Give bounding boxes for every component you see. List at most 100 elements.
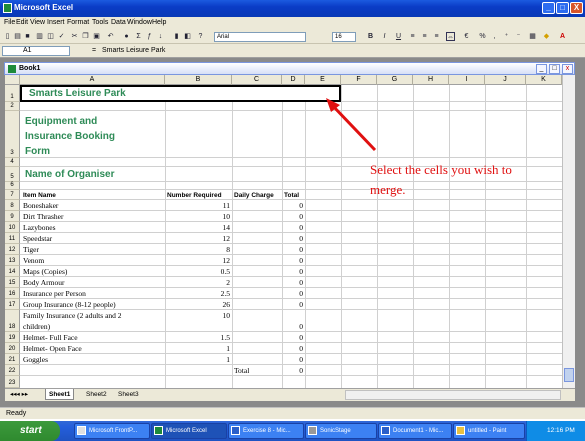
header-number-required[interactable]: Number Required: [167, 191, 222, 200]
item-number[interactable]: 0.5: [165, 267, 230, 276]
item-total[interactable]: 0: [282, 234, 303, 243]
column-header-d[interactable]: D: [282, 75, 305, 85]
bold-button[interactable]: B: [366, 32, 375, 41]
row-header[interactable]: 23: [5, 376, 20, 388]
vertical-scrollbar[interactable]: [562, 75, 575, 388]
item-name[interactable]: Body Armour: [23, 278, 64, 287]
row-header[interactable]: 6: [5, 182, 20, 190]
item-name[interactable]: Helmet- Open Face: [23, 344, 82, 353]
item-number[interactable]: 1.5: [165, 333, 230, 342]
autosum-icon[interactable]: Σ: [134, 32, 143, 41]
item-total[interactable]: 0: [282, 256, 303, 265]
new-icon[interactable]: ▯: [3, 32, 12, 41]
menu-edit[interactable]: Edit: [16, 19, 28, 26]
chart-icon[interactable]: ▮: [172, 32, 181, 41]
item-total[interactable]: 0: [282, 278, 303, 287]
column-header-e[interactable]: E: [305, 75, 341, 85]
undo-icon[interactable]: ↶: [106, 32, 115, 41]
tab-scroll-arrows[interactable]: ◂◂◂ ▸▸: [7, 389, 31, 400]
fill-color-icon[interactable]: ◆: [542, 32, 551, 41]
font-name-box[interactable]: Arial: [214, 32, 306, 42]
print-preview-icon[interactable]: ◫: [46, 32, 55, 41]
print-icon[interactable]: ▥: [35, 32, 44, 41]
row-header[interactable]: 7: [5, 190, 20, 200]
decrease-decimal-icon[interactable]: ⁻: [514, 32, 523, 41]
item-name[interactable]: Lazybones: [23, 223, 56, 232]
item-name-line1[interactable]: Family Insurance (2 adults and 2: [23, 311, 122, 320]
row-header[interactable]: 18: [5, 310, 20, 332]
menu-window[interactable]: Window: [127, 19, 152, 26]
start-button[interactable]: start: [0, 421, 60, 441]
row-header[interactable]: 22: [5, 365, 20, 376]
percent-button[interactable]: %: [478, 32, 487, 41]
item-number[interactable]: 10: [165, 212, 231, 221]
taskbar-button-exercise[interactable]: Exercise 8 - Mic...: [228, 423, 304, 439]
item-total[interactable]: 0: [282, 333, 303, 342]
item-name[interactable]: Helmet- Full Face: [23, 333, 78, 342]
save-icon[interactable]: ■: [23, 32, 32, 41]
cut-icon[interactable]: ✂: [70, 32, 79, 41]
row-header[interactable]: 3: [5, 111, 20, 158]
menu-view[interactable]: View: [30, 19, 45, 26]
workbook-close-button[interactable]: x: [562, 64, 573, 74]
drawing-icon[interactable]: ◧: [183, 32, 192, 41]
item-name[interactable]: Speedstar: [23, 234, 52, 243]
item-number[interactable]: 2: [165, 278, 230, 287]
item-total[interactable]: 0: [282, 300, 303, 309]
borders-icon[interactable]: ▦: [528, 32, 537, 41]
taskbar-button-frontpage[interactable]: Microsoft FrontP...: [74, 423, 150, 439]
item-total[interactable]: 0: [282, 267, 303, 276]
item-number[interactable]: 14: [165, 223, 231, 232]
taskbar-button-document1[interactable]: Document1 - Mic...: [378, 423, 452, 439]
menu-help[interactable]: Help: [152, 19, 166, 26]
grand-total[interactable]: 0: [282, 366, 303, 375]
help-icon[interactable]: ?: [196, 32, 205, 41]
taskbar-button-paint[interactable]: untitled - Paint: [453, 423, 525, 439]
row-header[interactable]: 20: [5, 343, 20, 354]
item-name[interactable]: Venom: [23, 256, 44, 265]
item-name[interactable]: Dirt Thrasher: [23, 212, 63, 221]
item-name-line2[interactable]: children): [23, 322, 50, 331]
item-number[interactable]: 2.5: [165, 289, 230, 298]
underline-button[interactable]: U: [394, 32, 403, 41]
function-icon[interactable]: ƒ: [145, 32, 154, 41]
item-number[interactable]: 1: [165, 355, 230, 364]
menu-tools[interactable]: Tools: [92, 19, 108, 26]
align-center-icon[interactable]: ≡: [420, 32, 429, 41]
comma-icon[interactable]: ,: [490, 32, 499, 41]
align-left-icon[interactable]: ≡: [408, 32, 417, 41]
row-header[interactable]: 9: [5, 211, 20, 222]
row-header[interactable]: 1: [5, 85, 20, 102]
workbook-restore-button[interactable]: □: [549, 64, 560, 74]
row-header[interactable]: 17: [5, 299, 20, 310]
tab-sheet1[interactable]: Sheet1: [45, 389, 75, 400]
menu-format[interactable]: Format: [67, 19, 89, 26]
currency-button[interactable]: €: [462, 32, 471, 41]
item-name[interactable]: Boneshaker: [23, 201, 58, 210]
maximize-button[interactable]: □: [556, 2, 569, 14]
item-name[interactable]: Insurance per Person: [23, 289, 86, 298]
header-item-name[interactable]: Item Name: [23, 191, 56, 200]
row-header[interactable]: 16: [5, 288, 20, 299]
increase-decimal-icon[interactable]: ⁺: [502, 32, 511, 41]
row-header[interactable]: 11: [5, 233, 20, 244]
formula-content[interactable]: Smarts Leisure Park: [102, 47, 165, 54]
italic-button[interactable]: I: [380, 32, 389, 41]
row-header[interactable]: 14: [5, 266, 20, 277]
column-header-a[interactable]: A: [20, 75, 165, 85]
copy-icon[interactable]: ❐: [81, 32, 90, 41]
minimize-button[interactable]: _: [542, 2, 555, 14]
item-name[interactable]: Tiger: [23, 245, 39, 254]
sort-icon[interactable]: ↓: [156, 32, 165, 41]
row-header[interactable]: 15: [5, 277, 20, 288]
row-header[interactable]: 12: [5, 244, 20, 255]
column-header-b[interactable]: B: [165, 75, 232, 85]
close-button[interactable]: X: [570, 2, 583, 14]
item-total[interactable]: 0: [282, 212, 303, 221]
worksheet-grid[interactable]: A B C D E F G H I J K 1 2 3 4 5 6 7 8 9 …: [5, 75, 575, 388]
item-number[interactable]: 12: [165, 234, 231, 243]
item-total[interactable]: 0: [282, 245, 303, 254]
item-total[interactable]: 0: [282, 223, 303, 232]
header-daily-charge[interactable]: Daily Charge: [234, 191, 274, 200]
header-total[interactable]: Total: [284, 191, 299, 200]
